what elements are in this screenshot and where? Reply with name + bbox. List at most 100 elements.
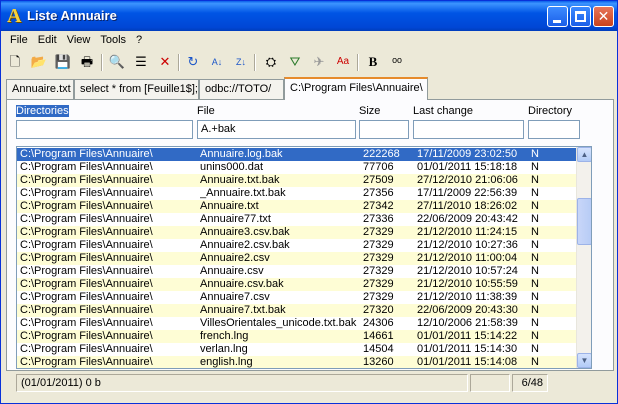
window-title: Liste Annuaire: [27, 8, 117, 23]
header-directory[interactable]: Directory: [528, 105, 572, 117]
bold-icon[interactable]: B: [364, 53, 382, 71]
cell-directories: C:\Program Files\Annuaire\: [20, 330, 153, 342]
table-row[interactable]: C:\Program Files\Annuaire\ Annuaire2.csv 2…: [17, 252, 576, 265]
maximize-icon: [575, 11, 586, 22]
scroll-up-icon[interactable]: ▲: [577, 147, 591, 162]
app-icon: A: [7, 5, 22, 27]
cell-directories: C:\Program Files\Annuaire\: [20, 252, 153, 264]
table-row[interactable]: C:\Program Files\Annuaire\ Annuaire2.csv.…: [17, 239, 576, 252]
filter-directories[interactable]: [16, 120, 193, 139]
table-row[interactable]: C:\Program Files\Annuaire\ Annuaire77.txt…: [17, 213, 576, 226]
table-row[interactable]: C:\Program Files\Annuaire\ Annuaire3.csv.…: [17, 226, 576, 239]
table-row[interactable]: C:\Program Files\Annuaire\ Annuaire.csv.b…: [17, 278, 576, 291]
header-last-change[interactable]: Last change: [413, 105, 473, 117]
table-row[interactable]: C:\Program Files\Annuaire\ Annuaire.log.b…: [17, 148, 576, 161]
close-button[interactable]: ✕: [593, 6, 614, 27]
cell-last-change: 01/01/2011 15:14:22: [417, 330, 518, 342]
cell-directories: C:\Program Files\Annuaire\: [20, 161, 153, 173]
table-row[interactable]: C:\Program Files\Annuaire\ unins000.dat 77…: [17, 161, 576, 174]
cell-last-change: 21/12/2010 10:57:24: [417, 265, 518, 277]
table-row[interactable]: C:\Program Files\Annuaire\ french.lng 1466…: [17, 330, 576, 343]
scroll-thumb[interactable]: [577, 198, 591, 245]
table-row[interactable]: C:\Program Files\Annuaire\ Annuaire7.csv 2…: [17, 291, 576, 304]
menu-bar: File Edit View Tools?: [5, 32, 147, 50]
scroll-down-icon[interactable]: ▼: [577, 353, 591, 368]
filter-icon[interactable]: ⛛: [286, 53, 304, 71]
cell-size: 27329: [363, 239, 394, 251]
cell-file: Annuaire.txt: [200, 200, 259, 212]
sort-za-icon[interactable]: Z↓: [232, 53, 250, 71]
cell-file: unins000.dat: [200, 161, 263, 173]
table-row[interactable]: C:\Program Files\Annuaire\ Annuaire7.txt.…: [17, 304, 576, 317]
glasses-icon[interactable]: ᵒᵒ: [388, 53, 406, 71]
sort-az-icon[interactable]: A↓: [208, 53, 226, 71]
open-icon[interactable]: 📂: [30, 53, 48, 71]
refresh-icon[interactable]: ↻: [184, 53, 202, 71]
cell-last-change: 21/12/2010 11:24:15: [417, 226, 518, 238]
header-size[interactable]: Size: [359, 105, 380, 117]
cell-file: Annuaire.csv: [200, 265, 264, 277]
menu-tools[interactable]: Tools: [95, 32, 131, 48]
table-row[interactable]: C:\Program Files\Annuaire\ Annuaire.txt.b…: [17, 174, 576, 187]
cell-last-change: 01/01/2011 15:14:08: [417, 356, 518, 368]
menu-file[interactable]: File: [5, 32, 33, 48]
cell-file: _Annuaire.txt.bak: [200, 187, 286, 199]
title-bar[interactable]: A Liste Annuaire ✕: [1, 1, 617, 31]
cell-directory: N: [531, 174, 539, 186]
table-row[interactable]: C:\Program Files\Annuaire\ english.lng 132…: [17, 356, 576, 368]
cell-directories: C:\Program Files\Annuaire\: [20, 317, 153, 329]
delete-icon[interactable]: ✕: [156, 53, 174, 71]
cell-file: french.lng: [200, 330, 249, 342]
maximize-button[interactable]: [570, 6, 591, 27]
cell-last-change: 17/11/2009 23:02:50: [417, 148, 518, 160]
cell-size: 27342: [363, 200, 394, 212]
tab-program-files[interactable]: C:\Program Files\Annuaire\: [284, 77, 428, 100]
menu-edit[interactable]: Edit: [33, 32, 62, 48]
cell-last-change: 22/06/2009 20:43:30: [417, 304, 518, 316]
cell-directories: C:\Program Files\Annuaire\: [20, 213, 153, 225]
minimize-button[interactable]: [547, 6, 568, 27]
vertical-scrollbar[interactable]: ▲ ▼: [576, 147, 591, 368]
cell-file: Annuaire.txt.bak: [200, 174, 280, 186]
table-row[interactable]: C:\Program Files\Annuaire\ Annuaire.csv 27…: [17, 265, 576, 278]
cell-size: 27356: [363, 187, 394, 199]
menu-help[interactable]: ?: [131, 32, 147, 48]
table-row[interactable]: C:\Program Files\Annuaire\ verlan.lng 1450…: [17, 343, 576, 356]
cell-size: 27320: [363, 304, 394, 316]
tab-odbc[interactable]: odbc://TOTO/: [199, 79, 284, 99]
filter-file[interactable]: A.+bak: [197, 120, 356, 139]
cell-directory: N: [531, 161, 539, 173]
filter-size[interactable]: [359, 120, 409, 139]
print-icon[interactable]: 🖶: [78, 53, 96, 71]
find-icon[interactable]: 🔍: [108, 53, 126, 71]
cell-size: 27329: [363, 226, 394, 238]
cell-size: 27336: [363, 213, 394, 225]
binoculars-icon[interactable]: ⛭: [262, 53, 280, 71]
tab-annuaire-txt[interactable]: Annuaire.txt: [6, 79, 74, 99]
cell-directory: N: [531, 356, 539, 368]
remove-filter-icon[interactable]: ✈: [310, 53, 328, 71]
table-row[interactable]: C:\Program Files\Annuaire\ _Annuaire.txt.…: [17, 187, 576, 200]
cell-last-change: 21/12/2010 10:27:36: [417, 239, 518, 251]
case-icon[interactable]: Aa: [334, 53, 352, 71]
table-row[interactable]: C:\Program Files\Annuaire\ Annuaire.txt 27…: [17, 200, 576, 213]
new-icon[interactable]: 🗋: [6, 53, 24, 71]
menu-view[interactable]: View: [62, 32, 96, 48]
list-view-icon[interactable]: ☰: [132, 53, 150, 71]
cell-file: VillesOrientales_unicode.txt.bak: [200, 317, 357, 329]
filter-directory[interactable]: [528, 120, 580, 139]
filter-last-change[interactable]: [413, 120, 524, 139]
cell-size: 24306: [363, 317, 394, 329]
cell-directory: N: [531, 304, 539, 316]
header-directories[interactable]: Directories: [16, 105, 69, 117]
cell-directory: N: [531, 265, 539, 277]
header-file[interactable]: File: [197, 105, 215, 117]
toolbar-separator: [254, 54, 256, 71]
save-icon[interactable]: 💾: [54, 53, 72, 71]
toolbar-separator: [178, 54, 180, 71]
table-row[interactable]: C:\Program Files\Annuaire\ VillesOriental…: [17, 317, 576, 330]
cell-last-change: 27/12/2010 21:06:06: [417, 174, 518, 186]
cell-file: Annuaire7.txt.bak: [200, 304, 286, 316]
cell-size: 27329: [363, 291, 394, 303]
tab-sql-query[interactable]: select * from [Feuille1$];: [74, 79, 199, 99]
